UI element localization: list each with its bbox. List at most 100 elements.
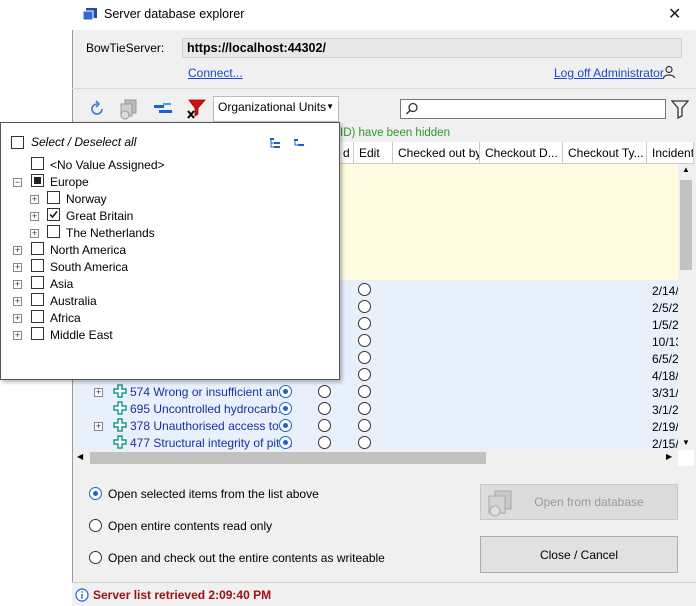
expand-icon[interactable]: + [13, 280, 22, 289]
select-all-label[interactable]: Select / Deselect all [31, 135, 136, 149]
horizontal-scroll-thumb[interactable] [90, 452, 486, 464]
expand-icon[interactable]: + [30, 212, 39, 221]
row-expander[interactable]: + [94, 422, 103, 431]
tree-checkbox[interactable] [31, 310, 44, 323]
connect-link[interactable]: Connect... [188, 66, 243, 80]
expand-icon[interactable]: + [13, 297, 22, 306]
edit-radio[interactable] [358, 334, 371, 347]
scroll-left-icon[interactable]: ◀ [77, 452, 83, 461]
incident-date: 6/5/2 [652, 352, 679, 366]
hidden-items-notice: ID) have been hidden [340, 127, 450, 139]
server-url-field[interactable]: https://localhost:44302/ [182, 38, 682, 58]
open-readonly-option-label[interactable]: Open entire contents read only [108, 519, 272, 533]
edit-radio[interactable] [358, 317, 371, 330]
tree-item-label: Asia [50, 277, 74, 291]
edit-radio[interactable] [358, 368, 371, 381]
tree-checkbox[interactable] [47, 225, 60, 238]
open-readonly-option-radio[interactable] [89, 519, 102, 532]
view-radio[interactable] [318, 436, 331, 449]
server-label: BowTieServer: [86, 41, 165, 55]
open-selected-radio[interactable] [279, 436, 292, 449]
hazard-cross-icon [113, 435, 127, 449]
window-title: Server database explorer [104, 7, 245, 21]
open-selected-radio[interactable] [279, 419, 292, 432]
tree-checkbox[interactable] [31, 259, 44, 272]
refresh-button[interactable] [84, 97, 110, 121]
edit-radio[interactable] [358, 402, 371, 415]
incident-date: 3/1/2 [652, 403, 679, 417]
item-row-label[interactable]: 574 Wrong or insufficient an... [130, 385, 289, 399]
tree-checkbox[interactable] [31, 293, 44, 306]
view-radio[interactable] [318, 402, 331, 415]
view-radio[interactable] [318, 419, 331, 432]
tree-checkbox-checked[interactable] [47, 208, 60, 221]
column-header-edit[interactable]: Edit [354, 142, 393, 164]
open-selected-radio[interactable] [279, 402, 292, 415]
vertical-scroll-thumb[interactable] [680, 180, 692, 270]
tree-item-label: North America [50, 243, 127, 257]
view-radio[interactable] [318, 385, 331, 398]
horizontal-scrollbar[interactable]: ◀ ▶ [74, 450, 678, 466]
status-text: Server list retrieved 2:09:40 PM [93, 588, 272, 602]
column-header-checkout-date[interactable]: Checkout D... [480, 142, 563, 164]
open-selected-option-label[interactable]: Open selected items from the list above [108, 487, 319, 501]
item-row-label[interactable]: 695 Uncontrolled hydrocarb... [130, 402, 287, 416]
logoff-link[interactable]: Log off Administrator [554, 66, 664, 80]
tree-checkbox-partial[interactable] [31, 174, 44, 187]
database-open-icon [120, 99, 137, 120]
close-cancel-button[interactable]: Close / Cancel [480, 536, 678, 573]
column-header-checked-out-by[interactable]: Checked out by [393, 142, 480, 164]
scroll-right-icon[interactable]: ▶ [666, 452, 672, 461]
open-database-button[interactable] [116, 97, 142, 121]
column-header-incident[interactable]: Incident [647, 142, 694, 164]
refresh-icon [91, 100, 103, 115]
open-selected-option-radio[interactable] [89, 487, 102, 500]
tree-checkbox[interactable] [31, 327, 44, 340]
tree-checkbox[interactable] [31, 157, 44, 170]
collapse-all-icon[interactable] [293, 137, 305, 149]
expand-icon[interactable]: + [13, 331, 22, 340]
expand-icon[interactable]: + [30, 229, 39, 238]
item-row-label[interactable]: 477 Structural integrity of pit ... [130, 436, 293, 450]
tree-checkbox[interactable] [31, 276, 44, 289]
tree-item-label: Middle East [50, 328, 113, 342]
edit-radio[interactable] [358, 385, 371, 398]
expand-icon[interactable]: + [30, 195, 39, 204]
open-writeable-option-radio[interactable] [89, 551, 102, 564]
expand-icon[interactable]: + [13, 246, 22, 255]
scroll-up-icon[interactable]: ▲ [682, 165, 690, 174]
clear-filter-button[interactable] [184, 97, 210, 121]
open-from-database-button[interactable]: Open from database [480, 484, 678, 520]
expand-icon[interactable]: + [13, 314, 22, 323]
close-icon[interactable]: ✕ [668, 4, 681, 24]
tree-checkbox[interactable] [47, 191, 60, 204]
expand-all-icon[interactable] [269, 137, 281, 149]
checkmark-icon [49, 211, 58, 219]
filter-remove-icon [187, 99, 206, 119]
select-all-checkbox[interactable] [11, 136, 24, 149]
column-header[interactable]: d [338, 142, 354, 164]
edit-radio[interactable] [358, 300, 371, 313]
item-row-label[interactable]: 378 Unauthorised access to... [130, 419, 289, 433]
expand-icon[interactable]: + [13, 263, 22, 272]
incident-date: 2/5/2 [652, 301, 679, 315]
filter-icon[interactable] [671, 99, 689, 119]
column-header-checkout-type[interactable]: Checkout Ty... [563, 142, 647, 164]
edit-radio[interactable] [358, 283, 371, 296]
edit-radio[interactable] [358, 419, 371, 432]
tree-checkbox[interactable] [31, 242, 44, 255]
database-explorer-icon [82, 8, 97, 21]
vertical-scrollbar[interactable]: ▲ ▼ [678, 164, 694, 450]
open-writeable-option-label[interactable]: Open and check out the entire contents a… [108, 551, 385, 565]
edit-radio[interactable] [358, 436, 371, 449]
row-expander[interactable]: + [94, 388, 103, 397]
open-selected-radio[interactable] [279, 385, 292, 398]
scroll-down-icon[interactable]: ▼ [682, 438, 690, 447]
search-icon [405, 102, 418, 115]
tree-view-button[interactable] [150, 97, 176, 121]
search-input[interactable] [400, 99, 666, 119]
filter-dropdown[interactable]: Organizational Units ▼ [213, 96, 339, 122]
collapse-icon[interactable]: − [13, 178, 22, 187]
edit-radio[interactable] [358, 351, 371, 364]
info-icon [75, 588, 89, 602]
